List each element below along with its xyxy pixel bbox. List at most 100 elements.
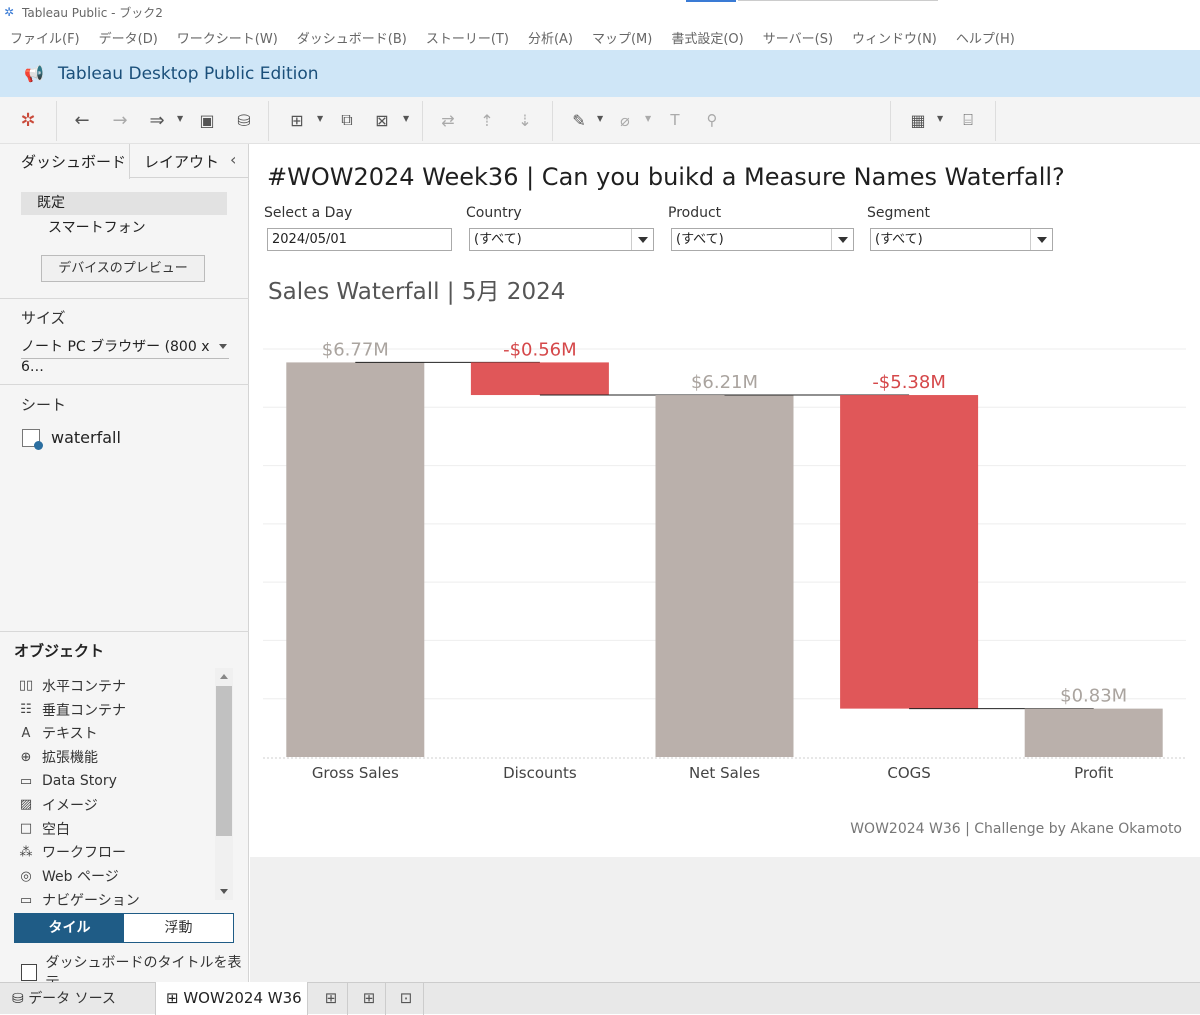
object-item[interactable]: ⊕ 拡張機能 bbox=[18, 745, 214, 769]
menu-data[interactable]: データ(D) bbox=[99, 28, 158, 47]
group-dropdown-icon[interactable]: ▼ bbox=[645, 114, 651, 123]
menu-server[interactable]: サーバー(S) bbox=[763, 28, 833, 47]
replay-dropdown-icon[interactable]: ▼ bbox=[177, 114, 183, 123]
menu-file[interactable]: ファイル(F) bbox=[10, 28, 80, 47]
tiled-floating-toggle: タイル 浮動 bbox=[14, 913, 234, 943]
device-default[interactable]: 既定 bbox=[21, 192, 227, 215]
object-item[interactable]: ▭ Data Story bbox=[18, 769, 214, 793]
new-worksheet-tab-icon[interactable]: ⊞ bbox=[320, 989, 342, 1009]
highlight-icon[interactable]: ✎ bbox=[565, 106, 593, 134]
object-item[interactable]: ⁂ ワークフロー bbox=[18, 841, 214, 865]
scrollbar-thumb[interactable] bbox=[216, 686, 232, 836]
vertical-container-icon: ☷ bbox=[20, 702, 32, 718]
show-me-icon[interactable]: ▦ bbox=[904, 106, 932, 134]
object-item[interactable]: □ 空白 bbox=[18, 817, 214, 841]
scroll-up-icon[interactable] bbox=[220, 674, 228, 679]
sort-ascending-icon[interactable]: ⇡ bbox=[473, 106, 501, 134]
data-source-tab[interactable]: ⛁ データ ソース bbox=[0, 983, 155, 1015]
undo-arrow-icon[interactable]: ← bbox=[68, 106, 96, 134]
group-paperclip-icon[interactable]: ⌀ bbox=[611, 106, 639, 134]
category-label: Discounts bbox=[503, 764, 577, 782]
show-me-dropdown-icon[interactable]: ▼ bbox=[937, 114, 943, 123]
highlight-dropdown-icon[interactable]: ▼ bbox=[597, 114, 603, 123]
chevron-down-icon bbox=[631, 229, 653, 250]
megaphone-icon: 📢 bbox=[24, 64, 44, 83]
show-labels-icon[interactable]: T bbox=[661, 106, 689, 134]
menu-analysis[interactable]: 分析(A) bbox=[528, 28, 573, 47]
product-filter-select[interactable]: (すべて) bbox=[671, 228, 854, 251]
floating-button[interactable]: 浮動 bbox=[124, 914, 233, 942]
new-story-tab-icon[interactable]: ⊡ bbox=[395, 989, 417, 1009]
size-label: サイズ bbox=[21, 309, 66, 327]
scroll-down-icon[interactable] bbox=[220, 889, 228, 894]
object-item[interactable]: ◎ Web ページ bbox=[18, 864, 214, 888]
object-item[interactable]: ▯▯ 水平コンテナ bbox=[18, 674, 214, 698]
show-title-checkbox[interactable] bbox=[21, 963, 38, 981]
device-preview-button[interactable]: デバイスのプレビュー bbox=[41, 255, 205, 282]
tiled-button[interactable]: タイル bbox=[15, 914, 124, 942]
menu-story[interactable]: ストーリー(T) bbox=[426, 28, 509, 47]
data-source-label: データ ソース bbox=[28, 991, 116, 1007]
new-data-source-icon[interactable]: ⛁ bbox=[230, 106, 258, 134]
replay-icon[interactable]: ⇒ bbox=[143, 106, 171, 134]
chevron-down-icon bbox=[1030, 229, 1052, 250]
bottom-tab-bar: ⛁ データ ソース ⊞ WOW2024 W36 ⊞ ⊞ ⊡ bbox=[0, 982, 1200, 1015]
menu-map[interactable]: マップ(M) bbox=[592, 28, 652, 47]
menu-worksheet[interactable]: ワークシート(W) bbox=[177, 28, 278, 47]
bar-value-label: $6.21M bbox=[691, 372, 758, 393]
size-select-value: ノート PC ブラウザー (800 x 6… bbox=[21, 339, 210, 375]
clear-sheet-dropdown-icon[interactable]: ▼ bbox=[403, 114, 409, 123]
menu-format[interactable]: 書式設定(O) bbox=[671, 28, 743, 47]
swap-rows-columns-icon[interactable]: ⇄ bbox=[434, 106, 462, 134]
filter-label-product: Product bbox=[668, 205, 722, 221]
object-item-label: 垂直コンテナ bbox=[42, 702, 126, 719]
tableau-home-icon[interactable]: ✲ bbox=[14, 106, 42, 134]
object-item[interactable]: ▨ イメージ bbox=[18, 793, 214, 817]
object-item[interactable]: ▭ ナビゲーション bbox=[18, 888, 214, 912]
presentation-mode-icon[interactable]: ⌸ bbox=[954, 106, 982, 134]
country-filter-select[interactable]: (すべて) bbox=[469, 228, 654, 251]
horizontal-container-icon: ▯▯ bbox=[18, 678, 34, 694]
menu-help[interactable]: ヘルプ(H) bbox=[956, 28, 1015, 47]
waterfall-bar bbox=[840, 395, 979, 709]
objects-scrollbar[interactable] bbox=[215, 668, 233, 900]
tab-layout[interactable]: レイアウト bbox=[144, 144, 219, 178]
object-item-label: Web ページ bbox=[42, 869, 119, 886]
object-item[interactable]: ☷ 垂直コンテナ bbox=[18, 698, 214, 722]
day-filter-input[interactable]: 2024/05/01 bbox=[267, 228, 452, 251]
redo-arrow-icon[interactable]: → bbox=[106, 106, 134, 134]
collapse-panel-icon[interactable]: ‹ bbox=[230, 150, 236, 169]
dashboard-side-panel: ダッシュボード レイアウト ‹ 既定 スマートフォン デバイスのプレビュー サイ… bbox=[0, 144, 249, 991]
size-select[interactable]: ノート PC ブラウザー (800 x 6… bbox=[21, 337, 229, 375]
new-dashboard-tab-icon[interactable]: ⊞ bbox=[358, 989, 380, 1009]
category-label: Gross Sales bbox=[312, 764, 399, 782]
new-worksheet-icon[interactable]: ⊞ bbox=[283, 106, 311, 134]
text-icon: A bbox=[21, 725, 31, 741]
sort-descending-icon[interactable]: ⇣ bbox=[511, 106, 539, 134]
workflow-icon: ⁂ bbox=[19, 844, 33, 860]
object-item[interactable]: A テキスト bbox=[18, 722, 214, 746]
sheet-item-waterfall[interactable]: waterfall bbox=[22, 428, 121, 450]
tab-separator bbox=[385, 983, 386, 1015]
new-worksheet-dropdown-icon[interactable]: ▼ bbox=[317, 114, 323, 123]
clear-sheet-icon[interactable]: ⊠ bbox=[368, 106, 396, 134]
segment-filter-select[interactable]: (すべて) bbox=[870, 228, 1053, 251]
duplicate-sheet-icon[interactable]: ⧉ bbox=[333, 106, 361, 134]
menu-dashboard[interactable]: ダッシュボード(B) bbox=[297, 28, 407, 47]
toolbar: ✲ ← → ⇒ ▼ ▣ ⛁ ⊞ ▼ ⧉ ⊠ ▼ ⇄ ⇡ ⇣ ✎ ▼ ⌀ ▼ T … bbox=[0, 97, 1200, 230]
window-title: Tableau Public - ブック2 bbox=[22, 5, 163, 20]
tab-separator bbox=[423, 983, 424, 1015]
dashboard-title: #WOW2024 Week36 | Can you buikd a Measur… bbox=[267, 163, 1065, 191]
banner-text: Tableau Desktop Public Edition bbox=[57, 63, 319, 84]
device-phone[interactable]: スマートフォン bbox=[21, 215, 227, 241]
filter-label-segment: Segment bbox=[867, 205, 930, 221]
dashboard-sheet-tab[interactable]: ⊞ WOW2024 W36 bbox=[155, 982, 308, 1015]
bar-value-label: -$0.56M bbox=[503, 339, 577, 360]
fix-axes-pin-icon[interactable]: ⚲ bbox=[698, 106, 726, 134]
chevron-down-icon bbox=[219, 344, 227, 349]
object-item-label: Data Story bbox=[42, 773, 117, 790]
object-item-label: ナビゲーション bbox=[42, 893, 140, 910]
menu-window[interactable]: ウィンドウ(N) bbox=[852, 28, 937, 47]
save-icon[interactable]: ▣ bbox=[193, 106, 221, 134]
tab-dashboard[interactable]: ダッシュボード bbox=[0, 144, 130, 179]
